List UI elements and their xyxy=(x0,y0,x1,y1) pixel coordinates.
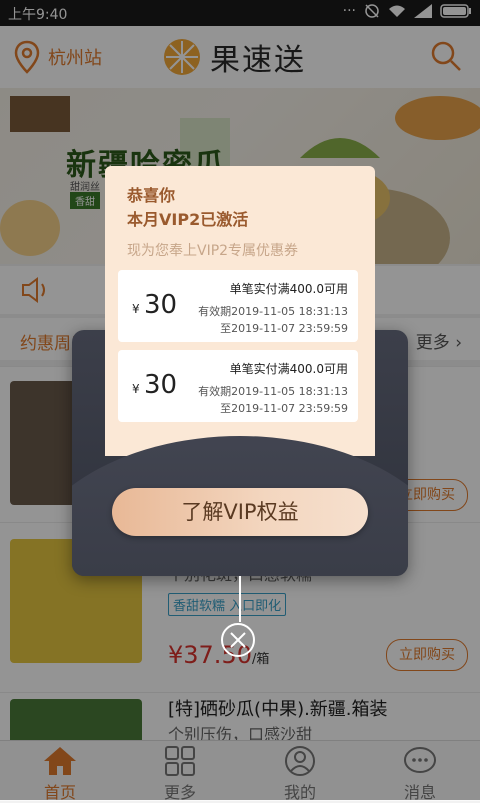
coupon-condition: 单笔实付满400.0可用 xyxy=(229,362,348,376)
activated-text: 本月VIP2已激活 xyxy=(127,210,249,229)
offer-text: 现为您奉上VIP2专属优惠券 xyxy=(127,243,299,259)
coupon-currency: ¥ xyxy=(132,382,140,396)
congrats-text: 恭喜你 xyxy=(127,186,176,205)
coupon-amount: 30 xyxy=(144,370,178,400)
coupon-card[interactable]: ¥ 30 单笔实付满400.0可用 有效期2019-11-05 18:31:13… xyxy=(118,350,358,422)
coupon-valid-to: 至2019-11-07 23:59:59 xyxy=(220,322,348,335)
coupon-currency: ¥ xyxy=(132,302,140,316)
close-icon[interactable] xyxy=(220,622,256,658)
coupon-valid-from: 有效期2019-11-05 18:31:13 xyxy=(198,305,348,318)
coupon-card[interactable]: ¥ 30 单笔实付满400.0可用 有效期2019-11-05 18:31:13… xyxy=(118,270,358,342)
coupon-valid-to: 至2019-11-07 23:59:59 xyxy=(220,402,348,415)
coupon-valid-from: 有效期2019-11-05 18:31:13 xyxy=(198,385,348,398)
vip-benefits-button[interactable]: 了解VIP权益 xyxy=(112,488,368,536)
coupon-amount: 30 xyxy=(144,290,178,320)
close-connector xyxy=(239,576,241,622)
coupon-condition: 单笔实付满400.0可用 xyxy=(229,282,348,296)
